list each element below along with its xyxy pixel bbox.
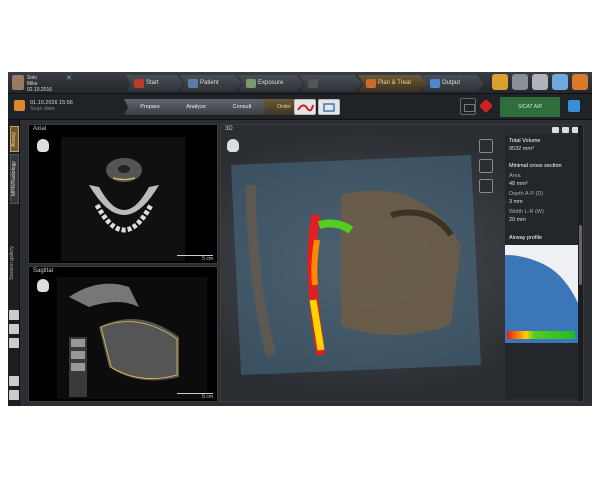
- camera-icon[interactable]: [552, 127, 559, 133]
- top-bar: Solo Mike 02.10.2016 ✕ Start Patient Exp…: [8, 72, 592, 94]
- sagittal-image: [57, 277, 207, 399]
- tab-output-label: Output: [442, 80, 461, 86]
- tab-plan-treat[interactable]: Plan & Treat: [358, 75, 428, 92]
- output-icon: [430, 79, 440, 88]
- tab-start-label: Start: [146, 80, 159, 86]
- axial-image: [61, 137, 185, 261]
- plan-treat-icon: [366, 79, 376, 88]
- remove-icon[interactable]: [478, 98, 494, 114]
- 3d-view[interactable]: 3D Total Volume 9532 mm³ Minimal cross s…: [220, 124, 584, 402]
- left-sidebar: Airway MPR/Radiology Session gallery: [8, 120, 20, 406]
- basket-icon: [323, 103, 335, 112]
- sagittal-scale: 5 cm: [202, 394, 213, 400]
- cube-icon[interactable]: [479, 179, 493, 193]
- width-label: Width L-R (W): [509, 209, 544, 215]
- close-patient-icon[interactable]: ✕: [66, 75, 72, 82]
- patient-icon: [188, 79, 198, 88]
- vertical-scrollbar[interactable]: [578, 125, 583, 401]
- tab-diagnosis[interactable]: [300, 75, 362, 92]
- gear-icon[interactable]: [479, 159, 493, 173]
- notes-icon[interactable]: [492, 74, 508, 90]
- sicat-air-badge: SICAT AIR: [500, 97, 560, 117]
- scan-info: 01.10.2016 15:56 Scan date: [30, 100, 73, 112]
- area-value: 48 mm²: [509, 181, 528, 187]
- patient-dob: 02.10.2016: [27, 87, 53, 93]
- tab-patient-label: Patient: [200, 80, 219, 86]
- fullscreen-icon[interactable]: [562, 127, 569, 133]
- airway-profile-label: Airway profile: [509, 235, 543, 241]
- area-label: Area: [509, 173, 521, 179]
- tools-icon[interactable]: [512, 74, 528, 90]
- app-window: Solo Mike 02.10.2016 ✕ Start Patient Exp…: [8, 72, 592, 406]
- depth-label: Depth A-P (D): [509, 191, 544, 197]
- session-gallery-tab[interactable]: Session gallery: [9, 228, 17, 298]
- tab-start[interactable]: Start: [126, 75, 184, 92]
- side-tab-airway[interactable]: Airway: [10, 126, 19, 152]
- scan-icon: [14, 100, 25, 111]
- 3d-view-toolbar: [552, 127, 579, 133]
- tab-exposure[interactable]: Exposure: [238, 75, 304, 92]
- cart-icon[interactable]: [460, 98, 476, 115]
- 3d-render: [231, 155, 481, 375]
- view-split-icon[interactable]: [9, 338, 19, 348]
- min-cross-section-label: Minimal cross section: [509, 163, 562, 169]
- help-icon[interactable]: [568, 100, 580, 112]
- side-tab-mpr[interactable]: MPR/Radiology: [10, 154, 19, 204]
- width-value: 20 mm: [509, 217, 526, 223]
- total-volume-label: Total Volume: [509, 138, 541, 144]
- tab-patient[interactable]: Patient: [180, 75, 242, 92]
- scan-date-label: Scan date: [30, 106, 55, 112]
- step-analyze[interactable]: Analyze: [170, 99, 222, 115]
- tab-output[interactable]: Output: [422, 75, 484, 92]
- view-grid-icon[interactable]: [9, 324, 19, 334]
- toolbar-icons: [492, 74, 588, 92]
- airway-metrics-panel: Total Volume 9532 mm³ Minimal cross sect…: [505, 135, 579, 399]
- tab-exposure-label: Exposure: [258, 80, 284, 86]
- patient-card[interactable]: Solo Mike 02.10.2016 ✕: [12, 74, 72, 93]
- exposure-icon: [246, 79, 256, 88]
- axial-view[interactable]: Axial 5 cm: [28, 124, 218, 264]
- axial-scale: 5 cm: [202, 256, 213, 262]
- airway-icon: [297, 104, 314, 112]
- total-volume-value: 9532 mm³: [509, 146, 534, 152]
- settings-icon[interactable]: [532, 74, 548, 90]
- patient-avatar: [12, 75, 24, 90]
- step-consult[interactable]: Consult: [216, 99, 268, 115]
- export-icon[interactable]: [572, 74, 588, 90]
- workflow-bar: 01.10.2016 15:56 Scan date Prepare Analy…: [8, 94, 592, 120]
- start-icon: [134, 79, 144, 88]
- airway-color-gradient: [507, 331, 575, 339]
- airway-view-button[interactable]: [479, 139, 493, 153]
- view-layout-icon[interactable]: [9, 310, 19, 320]
- airway-profile-chart: [505, 245, 579, 343]
- tab-plan-treat-label: Plan & Treat: [378, 80, 412, 86]
- screen-icon[interactable]: [552, 74, 568, 90]
- layout-quad-icon[interactable]: [9, 376, 19, 386]
- step-prepare[interactable]: Prepare: [124, 99, 176, 115]
- sagittal-view[interactable]: Sagittal 5 cm: [28, 266, 218, 402]
- layout-single-icon[interactable]: [9, 390, 19, 400]
- diagnosis-icon: [308, 79, 318, 88]
- cart-tool-button[interactable]: [318, 99, 340, 115]
- order-tool-button[interactable]: [294, 99, 316, 115]
- depth-value: 3 mm: [509, 199, 523, 205]
